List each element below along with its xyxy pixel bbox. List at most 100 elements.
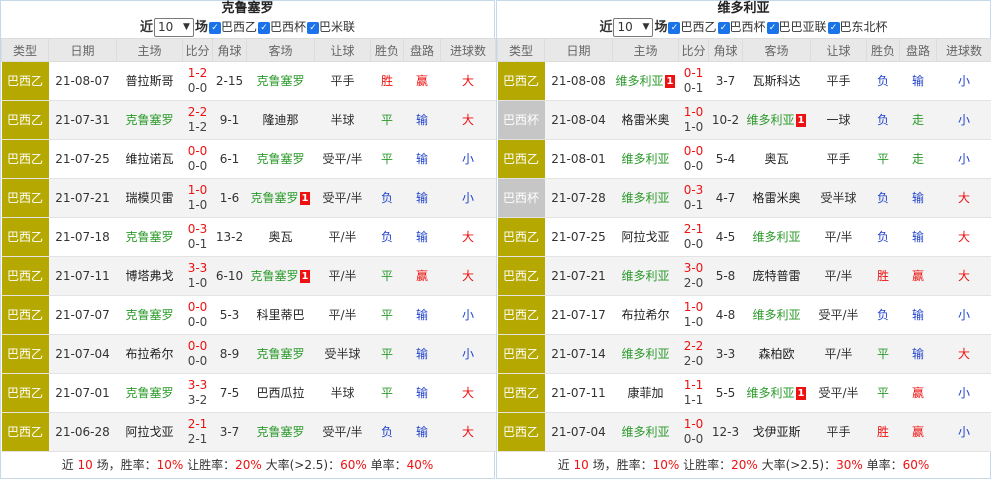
checkbox-icon[interactable]: ✓ bbox=[827, 21, 840, 34]
home-team-cell[interactable]: 阿拉戈亚 bbox=[116, 412, 183, 452]
filter-label: 巴西乙 bbox=[220, 20, 257, 34]
away-team-cell[interactable]: 克鲁塞罗 bbox=[246, 334, 315, 374]
score-cell[interactable]: 3-3 1-0 bbox=[182, 256, 213, 296]
score-cell[interactable]: 2-2 2-0 bbox=[678, 334, 709, 374]
away-team-cell[interactable]: 奥瓦 bbox=[246, 217, 315, 257]
home-team-cell[interactable]: 格雷米奥 bbox=[612, 100, 679, 140]
away-team-cell[interactable]: 克鲁塞罗 bbox=[246, 61, 315, 101]
score-cell[interactable]: 0-3 0-1 bbox=[182, 217, 213, 257]
away-team-cell[interactable]: 克鲁塞罗 1 bbox=[246, 256, 315, 296]
filter-label: 巴西杯 bbox=[729, 20, 766, 34]
checkbox-icon[interactable]: ✓ bbox=[766, 21, 779, 34]
checkbox-icon[interactable]: ✓ bbox=[258, 21, 270, 34]
checkbox-icon[interactable]: ✓ bbox=[208, 21, 221, 34]
score-cell[interactable]: 0-0 0-0 bbox=[182, 139, 213, 179]
home-team-cell[interactable]: 瑞模贝雷 bbox=[116, 178, 183, 218]
away-team-cell[interactable]: 克鲁塞罗 bbox=[246, 139, 315, 179]
home-team-cell[interactable]: 克鲁塞罗 bbox=[116, 295, 183, 335]
score-cell[interactable]: 1-0 1-0 bbox=[678, 100, 709, 140]
home-team-cell[interactable]: 维多利亚 bbox=[612, 139, 679, 179]
score-cell[interactable]: 1-0 1-0 bbox=[678, 295, 709, 335]
league-badge[interactable]: 巴西乙 bbox=[497, 373, 545, 413]
score-cell[interactable]: 3-3 3-2 bbox=[182, 373, 213, 413]
away-team-cell[interactable]: 戈伊亚斯 bbox=[742, 412, 811, 452]
header-cell: 类型 bbox=[1, 38, 49, 62]
checkbox-icon[interactable]: ✓ bbox=[717, 21, 730, 34]
away-team-cell[interactable]: 维多利亚 bbox=[742, 295, 811, 335]
score-cell[interactable]: 2-1 2-1 bbox=[182, 412, 213, 452]
score-cell[interactable]: 0-3 0-1 bbox=[678, 178, 709, 218]
league-badge[interactable]: 巴西乙 bbox=[1, 139, 49, 179]
away-team-cell[interactable]: 巴西瓜拉 bbox=[246, 373, 315, 413]
league-badge[interactable]: 巴西乙 bbox=[497, 295, 545, 335]
away-team-cell[interactable]: 格雷米奥 bbox=[742, 178, 811, 218]
league-badge[interactable]: 巴西乙 bbox=[497, 256, 545, 296]
checkbox-icon[interactable]: ✓ bbox=[668, 21, 681, 34]
away-team-cell[interactable]: 瓦斯科达 bbox=[742, 61, 811, 101]
home-team-cell[interactable]: 阿拉戈亚 bbox=[612, 217, 679, 257]
home-team-cell[interactable]: 维多利亚 1 bbox=[612, 61, 679, 101]
home-team-cell[interactable]: 维多利亚 bbox=[612, 412, 679, 452]
league-badge[interactable]: 巴西乙 bbox=[497, 334, 545, 374]
league-badge[interactable]: 巴西乙 bbox=[1, 256, 49, 296]
score-cell[interactable]: 2-2 1-2 bbox=[182, 100, 213, 140]
match-row: 巴西乙 21-08-01 维多利亚 0-0 0-0 5-4 奥瓦 平手平走小 bbox=[497, 139, 991, 179]
score-cell[interactable]: 1-2 0-0 bbox=[182, 61, 213, 101]
away-team-cell[interactable]: 克鲁塞罗 bbox=[246, 412, 315, 452]
away-team-cell[interactable]: 维多利亚 1 bbox=[742, 373, 811, 413]
home-team-cell[interactable]: 维拉诺瓦 bbox=[116, 139, 183, 179]
score-cell[interactable]: 0-0 0-0 bbox=[182, 295, 213, 335]
away-team-cell[interactable]: 维多利亚 bbox=[742, 217, 811, 257]
league-badge[interactable]: 巴西乙 bbox=[497, 139, 545, 179]
home-team-cell[interactable]: 克鲁塞罗 bbox=[116, 373, 183, 413]
home-team-cell[interactable]: 布拉希尔 bbox=[116, 334, 183, 374]
score-cell[interactable]: 1-0 0-0 bbox=[678, 412, 709, 452]
league-badge[interactable]: 巴西乙 bbox=[497, 412, 545, 452]
match-count-select[interactable]: 10 ▼ bbox=[613, 18, 654, 37]
checkbox-icon[interactable]: ✓ bbox=[307, 21, 320, 34]
home-team-cell[interactable]: 维多利亚 bbox=[612, 256, 679, 296]
league-badge[interactable]: 巴西乙 bbox=[497, 61, 545, 101]
away-team-cell[interactable]: 科里蒂巴 bbox=[246, 295, 315, 335]
league-badge[interactable]: 巴西乙 bbox=[1, 295, 49, 335]
league-badge[interactable]: 巴西乙 bbox=[1, 217, 49, 257]
league-badge[interactable]: 巴西乙 bbox=[1, 412, 49, 452]
home-team-cell[interactable]: 克鲁塞罗 bbox=[116, 217, 183, 257]
home-team-cell[interactable]: 维多利亚 bbox=[612, 334, 679, 374]
away-team-cell[interactable]: 庞特普雷 bbox=[742, 256, 811, 296]
match-count-select[interactable]: 10 ▼ bbox=[153, 18, 194, 37]
footer-text: 大率(>2.5)： bbox=[757, 458, 837, 472]
score-cell[interactable]: 1-0 1-0 bbox=[182, 178, 213, 218]
away-team-cell[interactable]: 奥瓦 bbox=[742, 139, 811, 179]
result-cell: 负 bbox=[866, 61, 900, 101]
league-badge[interactable]: 巴西乙 bbox=[1, 178, 49, 218]
home-team-cell[interactable]: 博塔弗戈 bbox=[116, 256, 183, 296]
home-team-cell[interactable]: 克鲁塞罗 bbox=[116, 100, 183, 140]
league-badge[interactable]: 巴西杯 bbox=[497, 178, 545, 218]
header-cell: 盘路 bbox=[899, 38, 937, 62]
score-cell[interactable]: 1-1 1-1 bbox=[678, 373, 709, 413]
league-badge[interactable]: 巴西乙 bbox=[497, 217, 545, 257]
league-badge[interactable]: 巴西乙 bbox=[1, 61, 49, 101]
league-badge[interactable]: 巴西杯 bbox=[497, 100, 545, 140]
handicap-cell: 受半球 bbox=[810, 178, 867, 218]
score-cell[interactable]: 2-1 0-0 bbox=[678, 217, 709, 257]
score-cell[interactable]: 3-0 2-0 bbox=[678, 256, 709, 296]
away-team-cell[interactable]: 隆迪那 bbox=[246, 100, 315, 140]
away-team-cell[interactable]: 克鲁塞罗 1 bbox=[246, 178, 315, 218]
score-cell[interactable]: 0-1 0-1 bbox=[678, 61, 709, 101]
goals-cell: 大 bbox=[440, 256, 496, 296]
home-team-cell[interactable]: 布拉希尔 bbox=[612, 295, 679, 335]
score-cell[interactable]: 0-0 0-0 bbox=[182, 334, 213, 374]
home-team-cell[interactable]: 维多利亚 bbox=[612, 178, 679, 218]
away-team-cell[interactable]: 森柏欧 bbox=[742, 334, 811, 374]
league-badge[interactable]: 巴西乙 bbox=[1, 100, 49, 140]
league-badge[interactable]: 巴西乙 bbox=[1, 373, 49, 413]
score-cell[interactable]: 0-0 0-0 bbox=[678, 139, 709, 179]
team-name: 维多利亚 bbox=[621, 346, 670, 361]
league-badge[interactable]: 巴西乙 bbox=[1, 334, 49, 374]
home-team-cell[interactable]: 康菲加 bbox=[612, 373, 679, 413]
result-cell: 负 bbox=[866, 217, 900, 257]
away-team-cell[interactable]: 维多利亚 1 bbox=[742, 100, 811, 140]
home-team-cell[interactable]: 普拉斯哥 bbox=[116, 61, 183, 101]
